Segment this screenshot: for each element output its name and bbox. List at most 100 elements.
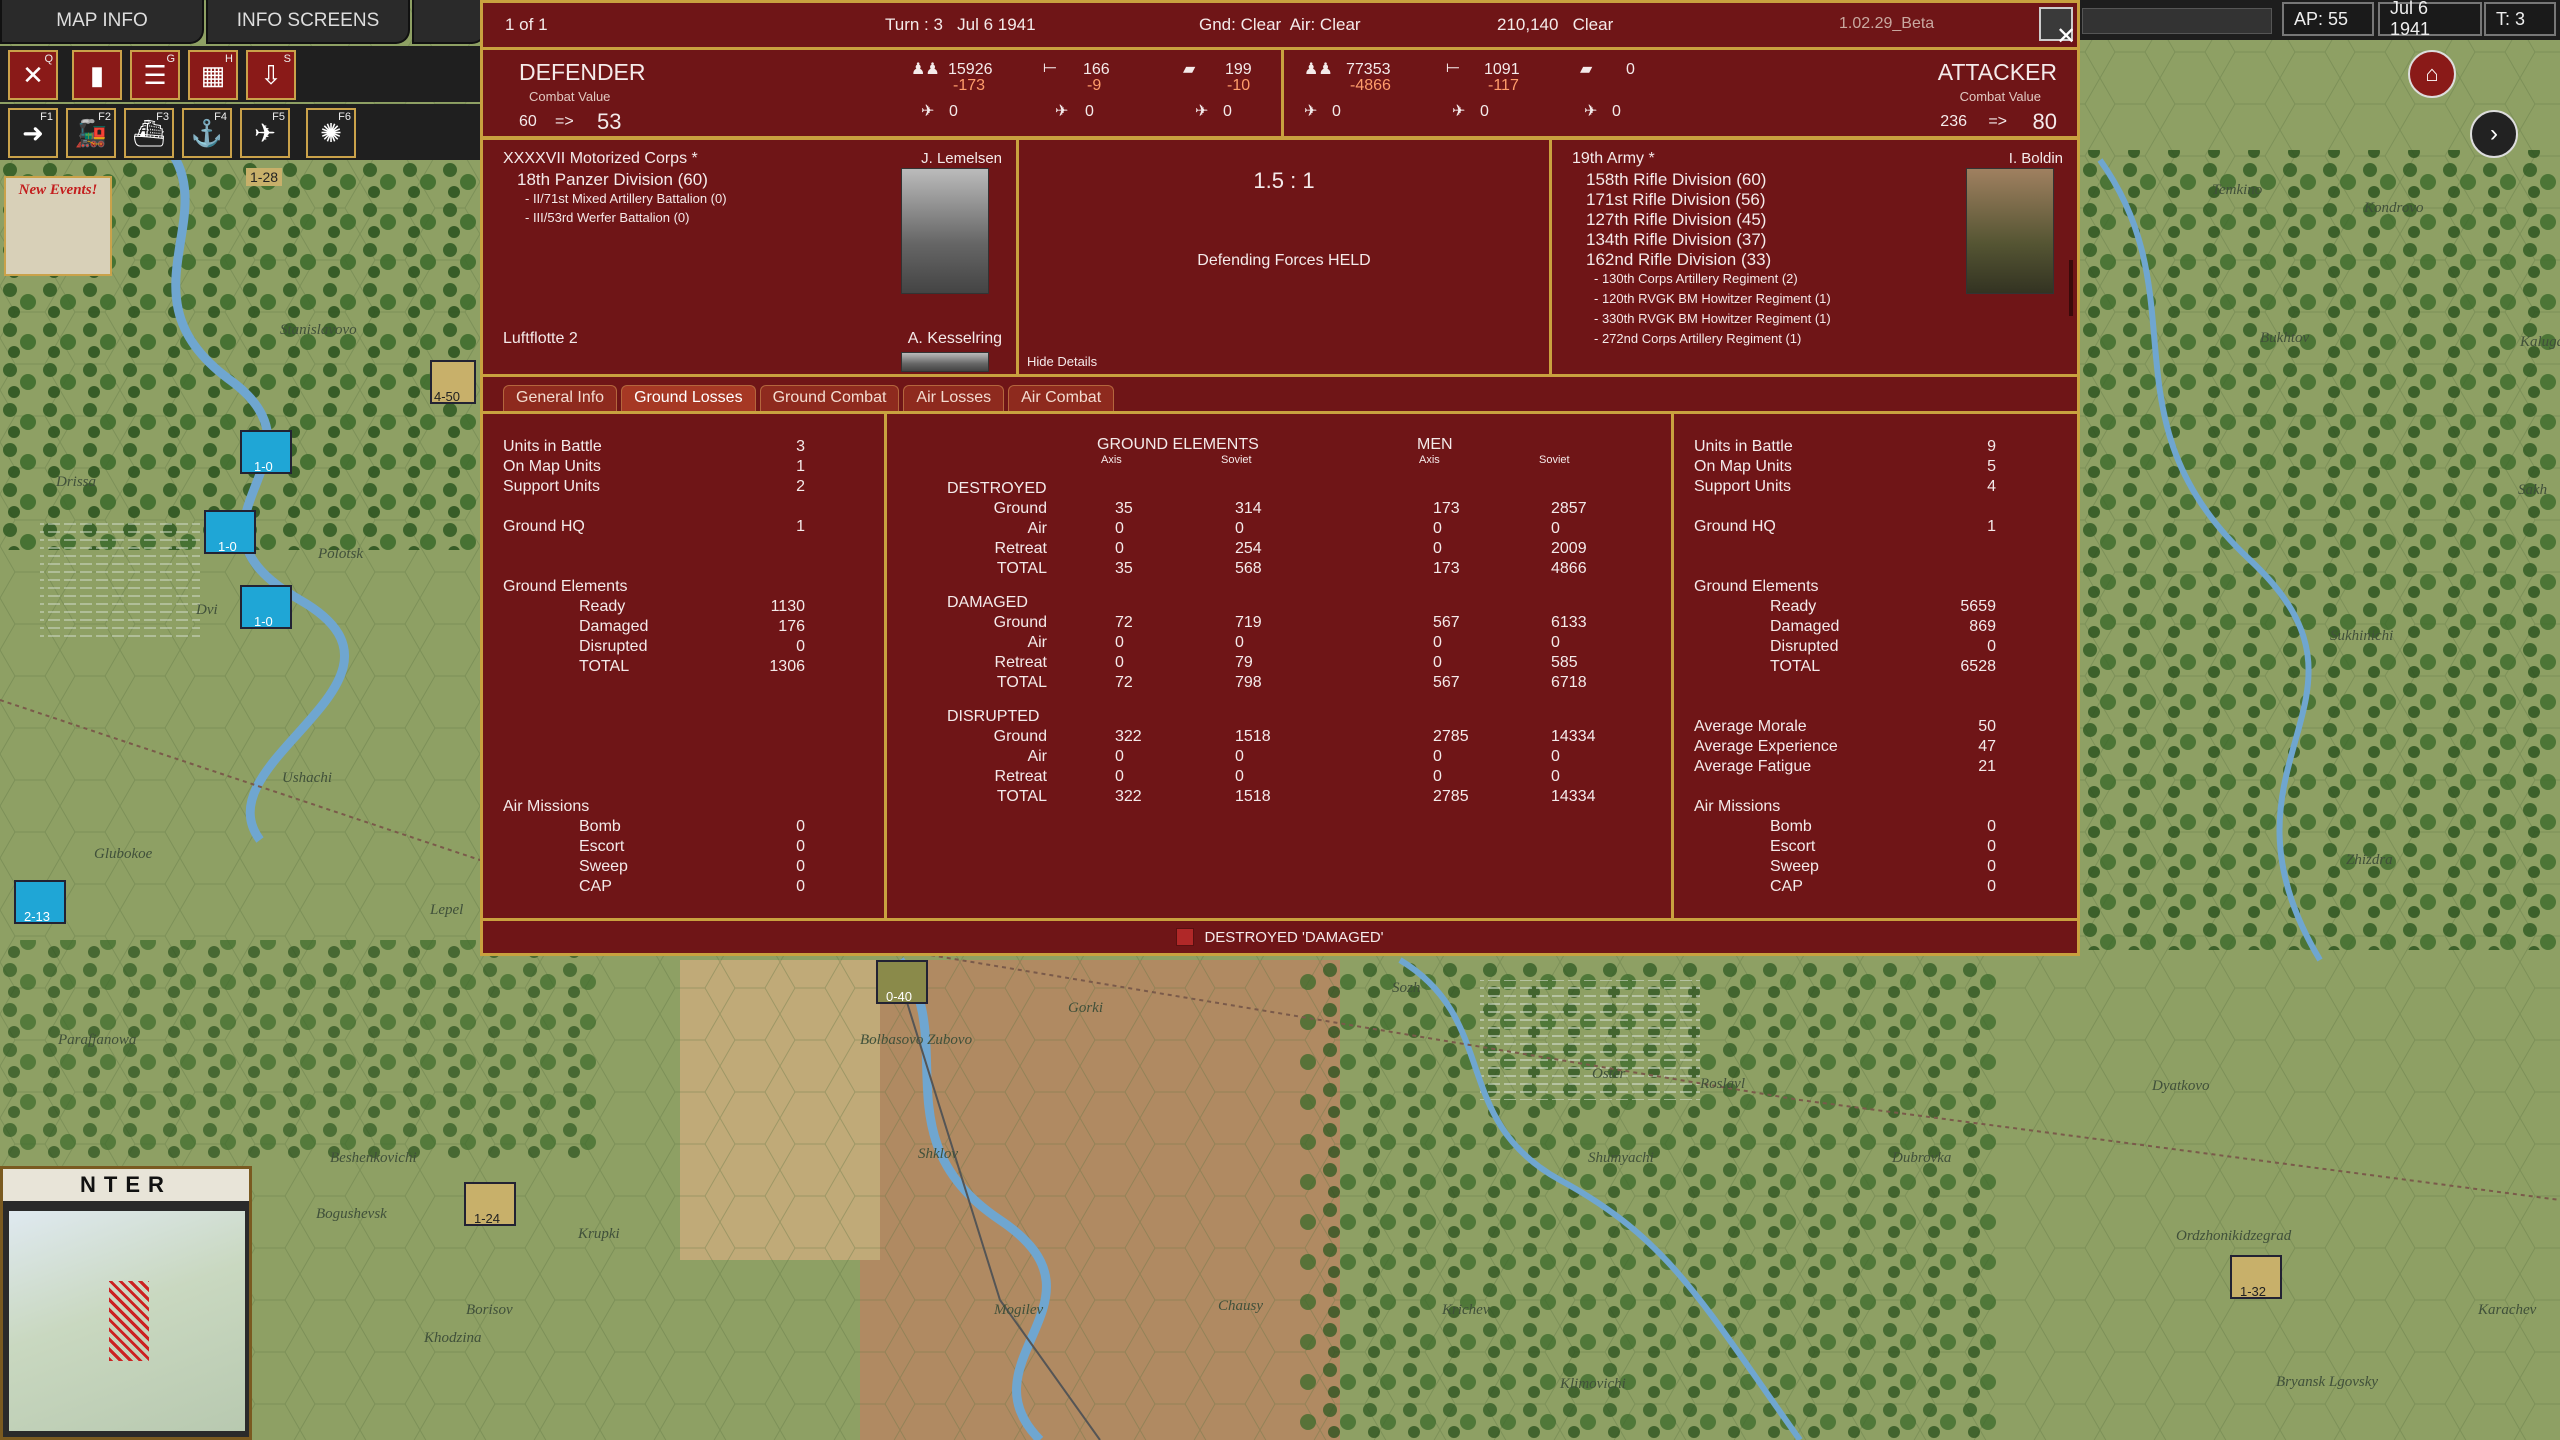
map-unit[interactable]: 4-50 [430,360,476,404]
attacker-support-unit[interactable]: - 330th RVGK BM Howitzer Regiment (1) [1594,311,1831,326]
map-place-label: Polotsk [318,546,363,562]
hide-details-link[interactable]: Hide Details [1027,354,1097,369]
loss-cell: 0 [1433,654,1442,671]
attacker-support-unit[interactable]: - 272nd Corps Artillery Regiment (1) [1594,331,1801,346]
attacker-unit[interactable]: 158th Rifle Division (60) [1586,170,1766,190]
defender-air-commander: A. Kesselring [907,330,1002,347]
orders-list-icon[interactable]: ☰ G [130,50,180,100]
men-icon: ♟♟ [911,61,940,78]
stat-label: TOTAL [579,658,630,675]
loss-cell: 72 [1115,614,1133,631]
reports-icon[interactable]: ▦ H [188,50,238,100]
stat-value: 47 [1978,738,1996,755]
toolbar-row-1: ✕ Q ▮ ☰ G ▦ H ⇩ S [0,46,482,102]
stat-label: Escort [579,838,625,855]
close-mode-icon[interactable]: ✕ Q [8,50,58,100]
loss-cell: 0 [1551,768,1560,785]
loss-cell: 314 [1235,500,1262,517]
air-commander-portrait[interactable] [901,352,989,372]
airborne-mode-icon[interactable]: ✈ F5 [240,108,290,158]
attacker-unit[interactable]: 134th Rifle Division (37) [1586,230,1766,250]
attacker-unit[interactable]: 127th Rifle Division (45) [1586,210,1766,230]
loss-cell: 14334 [1551,728,1596,745]
stat-label: Units in Battle [503,438,602,455]
map-unit[interactable]: 1-32 [2230,1255,2282,1299]
defender-air-1: 0 [949,103,958,120]
stat-value: 6528 [1960,658,1996,675]
loss-group-heading: DISRUPTED [947,708,1040,725]
action-points: AP: 55 [2282,2,2374,36]
map-place-label: Lepel [430,902,464,918]
map-info-button[interactable]: MAP INFO [0,0,204,44]
tab-general-info[interactable]: General Info [503,385,618,411]
tab-air-losses[interactable]: Air Losses [903,385,1005,411]
map-unit[interactable]: 1-0 [204,510,256,554]
defender-cv-label: Combat Value [529,89,611,104]
move-mode-icon[interactable]: ➜ F1 [8,108,58,158]
attacker-unit[interactable]: 162nd Rifle Division (33) [1586,250,1771,270]
map-place-label: Drissa [56,474,97,490]
defender-commander-portrait[interactable] [901,168,989,294]
men-icon: ♟♟ [1304,61,1333,78]
close-window-button[interactable]: ✕ [2039,7,2076,50]
stat-value: 50 [1978,718,1996,735]
loss-cell: 0 [1433,748,1442,765]
attacker-units-scrollbar[interactable] [2069,260,2073,316]
stat-value: 0 [796,838,805,855]
defender-support-unit[interactable]: - III/53rd Werfer Battalion (0) [525,210,690,225]
minimap-title: NTER [3,1169,249,1201]
tab-ground-combat[interactable]: Ground Combat [759,385,900,411]
tab-ground-losses[interactable]: Ground Losses [621,385,756,411]
map-unit[interactable]: 0-40 [876,960,928,1004]
production-icon[interactable]: ▮ [72,50,122,100]
attacker-support-unit[interactable]: - 120th RVGK BM Howitzer Regiment (1) [1594,291,1831,306]
next-arrow-icon[interactable]: › [2470,110,2518,158]
map-place-label: Kondrovo [2364,200,2424,216]
loss-cell: 173 [1433,500,1460,517]
naval-mode-icon[interactable]: ⛴ F3 [124,108,174,158]
rail-mode-icon[interactable]: 🚂 F2 [66,108,116,158]
info-screens-button[interactable]: INFO SCREENS [206,0,410,44]
attacker-unit[interactable]: 171st Rifle Division (56) [1586,190,1766,210]
defender-afv-loss: -10 [1227,77,1251,94]
stat-label: Sweep [1770,858,1819,875]
stat-label: Disrupted [579,638,648,655]
unit-strength: 1-0 [218,539,237,554]
air-mission-icon[interactable]: ✺ F6 [306,108,356,158]
aircraft-icon: ✈ [1452,103,1466,120]
minimap-panel[interactable]: NTER [0,1166,252,1440]
aircraft-icon: ✈ [1055,103,1069,120]
unit-strength: 1-24 [474,1211,501,1226]
map-unit[interactable]: 1-24 [464,1182,516,1226]
loss-cell: 322 [1115,788,1142,805]
unit-strength: 2-13 [24,909,51,924]
save-icon[interactable]: ⇩ S [246,50,296,100]
map-place-label: Dubrovka [1892,1150,1952,1166]
loss-cell: 72 [1115,674,1133,691]
stat-label: Average Fatigue [1694,758,1812,775]
gun-icon: ⟝ [1043,59,1057,76]
stat-label: Ground HQ [1694,518,1776,535]
col-header-men: MEN [1417,436,1453,453]
map-unit-label: 1-28 [246,168,283,186]
attacker-support-unit[interactable]: - 130th Corps Artillery Regiment (2) [1594,271,1798,286]
map-place-label: Krichev [1442,1302,1490,1318]
map-unit[interactable]: 1-0 [240,585,292,629]
gun-icon: ⟝ [1446,59,1460,76]
defender-cv-from: 60 [519,113,537,130]
map-unit[interactable]: 2-13 [14,880,66,924]
stat-heading: Ground Elements [503,578,628,595]
sea-transport-icon[interactable]: ⚓ F4 [182,108,232,158]
stat-value: 0 [1987,818,1996,835]
defender-unit[interactable]: 18th Panzer Division (60) [517,170,708,190]
attacker-men-loss: -4866 [1350,77,1391,94]
tab-air-combat[interactable]: Air Combat [1008,385,1115,411]
map-unit[interactable]: 1-0 [240,430,292,474]
stat-value: 0 [1987,858,1996,875]
loss-cell: 6718 [1551,674,1587,691]
supply-icon[interactable]: ⌂ [2408,50,2456,98]
attacker-commander-portrait[interactable] [1966,168,2054,294]
new-events-newspaper[interactable]: New Events! [4,176,112,276]
extra-tab-button[interactable] [412,0,486,44]
defender-support-unit[interactable]: - II/71st Mixed Artillery Battalion (0) [525,191,727,206]
